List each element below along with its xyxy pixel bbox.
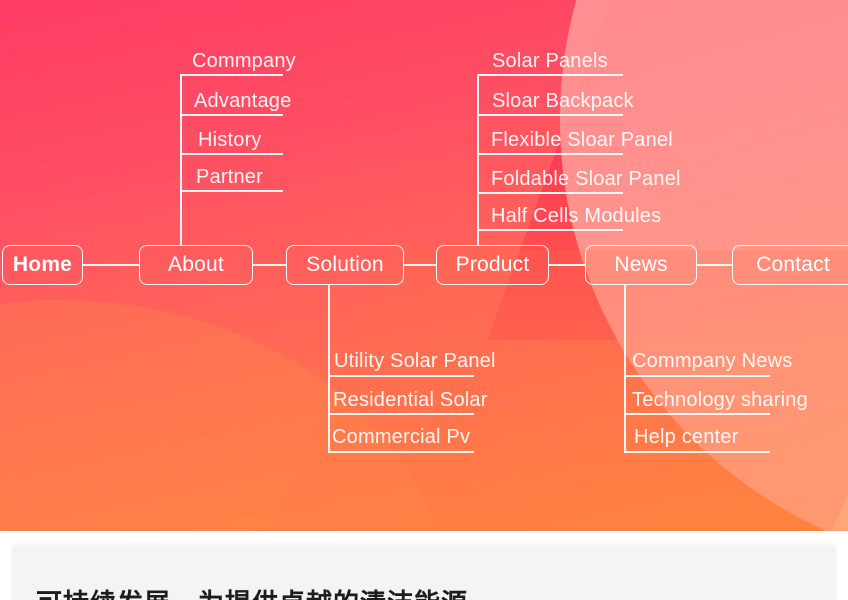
- sitemap-leaf-label[interactable]: Technology sharing: [632, 389, 808, 412]
- sitemap-leaf-underline: [477, 153, 623, 155]
- branch-stem-line: [477, 74, 479, 245]
- branch-stem-line: [624, 285, 626, 452]
- nav-node-contact[interactable]: Contact: [732, 245, 848, 285]
- sitemap-leaf-label[interactable]: Half Cells Modules: [491, 205, 661, 228]
- sitemap-leaf-label[interactable]: Help center: [634, 426, 738, 449]
- sitemap-leaf-underline: [477, 114, 623, 116]
- sitemap-leaf-label[interactable]: Commpany: [192, 50, 296, 73]
- sitemap-leaf-label[interactable]: Utility Solar Panel: [334, 350, 496, 373]
- sitemap-leaf-label[interactable]: Sloar Backpack: [492, 90, 634, 113]
- sitemap-leaf-label[interactable]: History: [198, 129, 262, 152]
- nav-node-about[interactable]: About: [139, 245, 253, 285]
- sitemap-leaf-label[interactable]: Flexible Sloar Panel: [491, 129, 673, 152]
- sitemap-leaf-underline: [180, 190, 283, 192]
- sitemap-leaf-underline: [477, 229, 623, 231]
- sitemap-leaf-underline: [328, 375, 474, 377]
- sitemap-leaf-underline: [624, 413, 770, 415]
- nav-connector-line: [697, 264, 733, 266]
- nav-node-product[interactable]: Product: [436, 245, 549, 285]
- sitemap-leaf-underline: [624, 375, 770, 377]
- sitemap-leaf-underline: [180, 114, 283, 116]
- sitemap-leaf-underline: [328, 413, 474, 415]
- sitemap-leaf-underline: [477, 192, 623, 194]
- nav-node-label: News: [614, 253, 668, 276]
- nav-node-label: Solution: [306, 253, 384, 276]
- sitemap-leaf-label[interactable]: Commercial Pv: [332, 426, 470, 449]
- sitemap-leaf-label[interactable]: Commpany News: [632, 350, 792, 373]
- sitemap-leaf-underline: [328, 451, 474, 453]
- nav-connector-line: [83, 264, 140, 266]
- sitemap-leaf-label[interactable]: Solar Panels: [492, 50, 608, 73]
- nav-node-solution[interactable]: Solution: [286, 245, 404, 285]
- nav-node-label: Home: [12, 253, 73, 276]
- branch-stem-line: [328, 285, 330, 452]
- sitemap-leaf-underline: [624, 451, 770, 453]
- sitemap-leaf-underline: [477, 74, 623, 76]
- nav-node-label: Contact: [756, 253, 830, 276]
- nav-connector-line: [404, 264, 437, 266]
- branch-stem-line: [180, 74, 182, 245]
- sitemap-leaf-label[interactable]: Advantage: [194, 90, 291, 113]
- content-heading: 可持续发展，为提供卓越的清洁能源: [36, 583, 596, 600]
- sitemap-leaf-label[interactable]: Residential Solar: [333, 389, 488, 412]
- nav-connector-line: [253, 264, 287, 266]
- sitemap-leaf-underline: [180, 153, 283, 155]
- sitemap-leaf-label[interactable]: Partner: [196, 166, 263, 189]
- sitemap-diagram: Commpany Advantage History Partner Solar Pan…: [0, 0, 848, 531]
- nav-connector-line: [549, 264, 586, 266]
- nav-node-news[interactable]: News: [585, 245, 697, 285]
- nav-node-label: Product: [455, 253, 530, 276]
- sitemap-leaf-underline: [180, 74, 283, 76]
- nav-node-home[interactable]: Home: [2, 245, 83, 285]
- hero-gradient-panel: Commpany Advantage History Partner Solar Pan…: [0, 0, 848, 531]
- sitemap-leaf-label[interactable]: Foldable Sloar Panel: [491, 168, 681, 191]
- nav-node-label: About: [168, 253, 224, 276]
- screenshot-root: Commpany Advantage History Partner Solar Pan…: [0, 0, 848, 600]
